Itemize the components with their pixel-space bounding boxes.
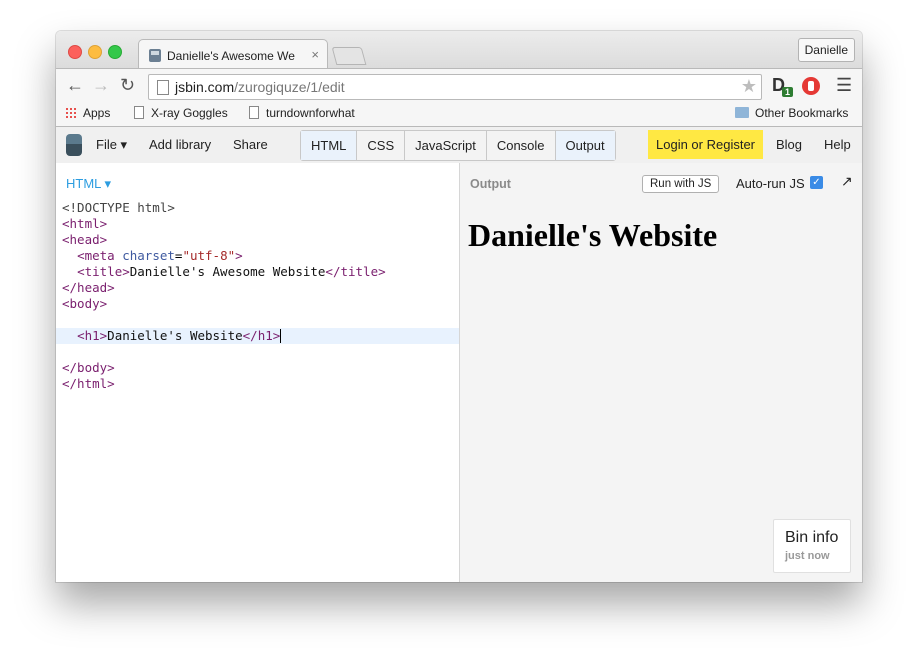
bookmark-label: X-ray Goggles [151, 106, 228, 120]
tab-output[interactable]: Output [555, 131, 615, 160]
bookmark-label: turndownforwhat [266, 106, 355, 120]
other-bookmarks[interactable]: Other Bookmarks [735, 106, 848, 120]
jsbin-toolbar: File ▾ Add library Share HTML CSS JavaSc… [56, 127, 862, 164]
tab-html[interactable]: HTML [301, 131, 358, 160]
code-line: <!DOCTYPE html> [62, 200, 175, 215]
title-bar: Danielle's Awesome Website × Danielle [56, 31, 862, 70]
url-host: jsbin.com [175, 79, 235, 95]
code-line: </head> [62, 280, 115, 295]
file-menu[interactable]: File ▾ [96, 137, 127, 153]
bookmark-xray-goggles[interactable]: X-ray Goggles [134, 106, 228, 120]
editor-language-dropdown[interactable]: HTML ▾ [66, 176, 111, 192]
output-panel: Output Run with JS Auto-run JS ✓ ↗ Danie… [460, 163, 862, 582]
panel-toggles: HTML CSS JavaScript Console Output [300, 130, 616, 161]
page-icon [249, 106, 259, 119]
code-line: <meta charset="utf-8"> [77, 248, 243, 263]
browser-window: Danielle's Awesome Website × Danielle ← … [56, 31, 862, 582]
login-register-button[interactable]: Login or Register [648, 130, 763, 159]
browser-tab[interactable]: Danielle's Awesome Website × [138, 39, 328, 70]
share-button[interactable]: Share [233, 137, 268, 152]
hamburger-menu-icon[interactable]: ☰ [836, 75, 852, 96]
other-bookmarks-label: Other Bookmarks [755, 106, 849, 120]
bookmark-apps[interactable]: Apps [65, 106, 110, 120]
new-tab-button[interactable] [331, 47, 367, 65]
bin-info-title: Bin info [785, 529, 839, 546]
reload-icon[interactable]: ↻ [120, 75, 135, 96]
popout-arrow-icon[interactable]: ↗ [841, 173, 853, 190]
bin-info-time: just now [785, 550, 830, 562]
code-line: </html> [62, 376, 115, 391]
code-line: </body> [62, 360, 115, 375]
output-heading: Danielle's Website [468, 217, 718, 253]
code-editor[interactable]: <!DOCTYPE html> <html> <head> <meta char… [56, 200, 459, 392]
extension-d-icon[interactable]: D1 [772, 75, 794, 97]
jsbin-logo-icon[interactable] [66, 134, 82, 156]
tab-css[interactable]: CSS [357, 131, 406, 160]
adblock-stop-icon[interactable] [802, 77, 820, 95]
minimize-window-button[interactable] [88, 45, 102, 59]
tab-close-icon[interactable]: × [311, 47, 319, 62]
url-text: jsbin.com/zurogiquze/1/edit [175, 79, 345, 95]
blog-link[interactable]: Blog [776, 137, 802, 152]
bookmarks-bar: Apps X-ray Goggles turndownforwhat Other… [56, 102, 862, 127]
autorun-checkbox[interactable]: ✓ [810, 176, 823, 189]
code-line: <head> [62, 232, 108, 247]
page-icon [157, 80, 169, 95]
active-code-line: <h1>Danielle's Website</h1> [56, 328, 459, 344]
tab-javascript[interactable]: JavaScript [405, 131, 487, 160]
bin-info-button[interactable]: Bin info just now [773, 519, 851, 573]
jsbin-favicon-icon [149, 49, 161, 62]
tab-console[interactable]: Console [487, 131, 556, 160]
zoom-window-button[interactable] [108, 45, 122, 59]
autorun-label: Auto-run JS [736, 176, 805, 191]
code-line: <title>Danielle's Awesome Website</title… [77, 264, 386, 279]
text-cursor [280, 329, 282, 343]
html-editor-panel[interactable]: HTML ▾ <!DOCTYPE html> <html> <head> <me… [56, 163, 460, 582]
bookmark-turndownforwhat[interactable]: turndownforwhat [249, 106, 355, 120]
apps-grid-icon [65, 107, 77, 119]
help-link[interactable]: Help [824, 137, 851, 152]
close-window-button[interactable] [68, 45, 82, 59]
bookmark-label: Apps [83, 106, 111, 120]
url-path: /zurogiquze/1/edit [234, 79, 345, 95]
tab-title: Danielle's Awesome Website [167, 49, 295, 63]
folder-icon [735, 107, 749, 118]
code-line: <body> [62, 296, 108, 311]
bookmark-star-icon[interactable]: ★ [741, 76, 757, 97]
add-library-button[interactable]: Add library [149, 137, 211, 152]
profile-button[interactable]: Danielle [797, 38, 855, 62]
extension-badge: 1 [782, 87, 794, 97]
output-label: Output [470, 177, 511, 191]
address-toolbar: ← → ↻ jsbin.com/zurogiquze/1/edit ★ D1 ☰ [56, 68, 862, 103]
back-arrow-icon[interactable]: ← [66, 75, 84, 96]
address-bar[interactable]: jsbin.com/zurogiquze/1/edit ★ [148, 74, 762, 100]
forward-arrow-icon[interactable]: → [92, 75, 110, 96]
run-with-js-button[interactable]: Run with JS [642, 175, 720, 193]
code-line: <html> [62, 216, 108, 231]
page-icon [134, 106, 144, 119]
